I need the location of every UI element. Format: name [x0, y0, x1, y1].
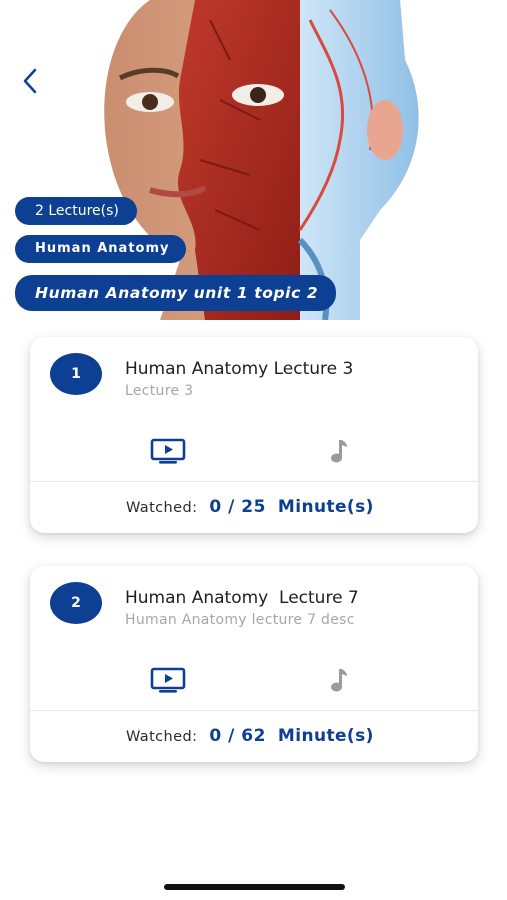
home-indicator[interactable]: [164, 884, 345, 890]
watched-progress: Watched: 0 / 25 Minute(s): [126, 497, 374, 519]
lecture-number-badge: 2: [50, 582, 102, 624]
hero-banner: 2 Lecture(s) Human Anatomy Human Anatomy…: [0, 0, 507, 320]
lecture-description: Lecture 3: [125, 383, 194, 399]
watched-unit: Minute(s): [277, 497, 374, 517]
lecture-number-badge: 1: [50, 353, 102, 395]
watched-label: Watched:: [126, 729, 198, 745]
lecture-card[interactable]: 1 Human Anatomy Lecture 3 Lecture 3 Watc…: [30, 337, 478, 533]
music-note-icon[interactable]: [326, 437, 350, 465]
watched-unit: Minute(s): [277, 726, 374, 746]
lecture-description: Human Anatomy lecture 7 desc: [125, 612, 355, 628]
video-player-icon[interactable]: [150, 437, 186, 465]
lecture-title: Human Anatomy Lecture 3: [125, 359, 354, 379]
topic-badge: Human Anatomy unit 1 topic 2: [15, 275, 337, 311]
subject-badge: Human Anatomy: [15, 235, 186, 263]
watched-value: 0 / 25: [209, 497, 266, 517]
watched-value: 0 / 62: [209, 726, 266, 746]
card-divider: [30, 710, 478, 711]
lecture-count-badge: 2 Lecture(s): [15, 197, 137, 225]
lecture-card[interactable]: 2 Human Anatomy Lecture 7 Human Anatomy …: [30, 566, 478, 762]
watched-label: Watched:: [126, 500, 198, 516]
card-divider: [30, 481, 478, 482]
music-note-icon[interactable]: [326, 666, 350, 694]
lecture-title: Human Anatomy Lecture 7: [125, 588, 359, 608]
video-player-icon[interactable]: [150, 666, 186, 694]
back-chevron-icon[interactable]: [14, 64, 48, 98]
anatomy-hero-image: [104, 0, 419, 320]
watched-progress: Watched: 0 / 62 Minute(s): [126, 726, 374, 748]
